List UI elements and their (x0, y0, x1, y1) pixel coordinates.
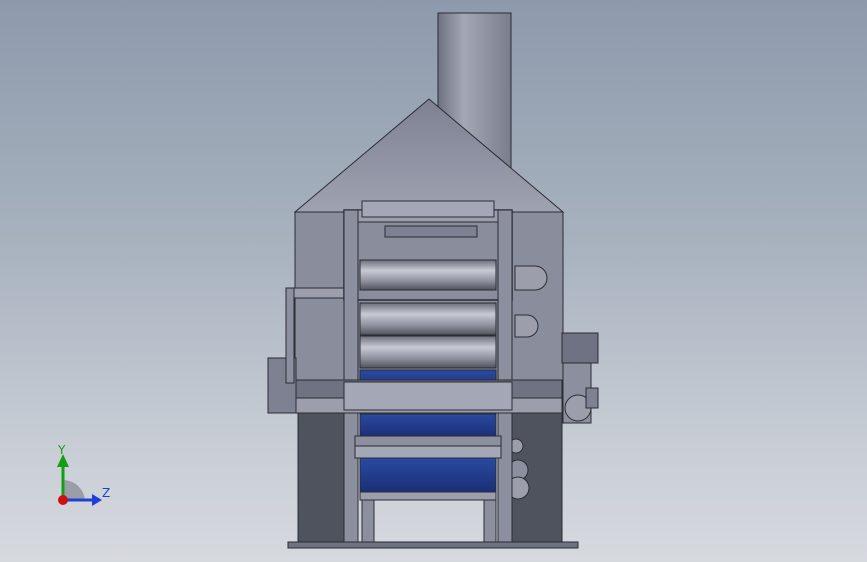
gear-upper[interactable] (514, 265, 548, 291)
motor-cap[interactable] (585, 387, 599, 409)
gear-middle[interactable] (514, 314, 539, 338)
frame-right-post[interactable] (497, 209, 513, 549)
roller-1[interactable] (359, 259, 497, 291)
left-arm-post[interactable] (285, 287, 295, 384)
left-arm[interactable] (285, 287, 345, 299)
base-rail[interactable] (287, 541, 579, 549)
inner-beam-3[interactable] (354, 445, 502, 459)
hood-roof[interactable] (293, 98, 565, 213)
blue-belt-2[interactable] (359, 413, 497, 437)
inner-beam-2[interactable] (354, 435, 502, 447)
roller-2[interactable] (359, 302, 497, 336)
lower-left-leg[interactable] (361, 499, 375, 549)
y-axis-label: Y (58, 443, 66, 457)
lower-frame-crossbar[interactable] (359, 491, 497, 501)
top-plate[interactable] (361, 200, 495, 218)
frame-left-post[interactable] (343, 209, 359, 549)
lower-left-cabinet[interactable] (297, 412, 347, 549)
z-axis-label: Z (102, 486, 111, 500)
top-bracket[interactable] (384, 225, 478, 238)
lower-right-leg[interactable] (483, 499, 497, 549)
blue-belt-3[interactable] (359, 457, 497, 493)
motor-housing[interactable] (561, 332, 599, 364)
roller-3[interactable] (359, 335, 497, 369)
inner-beam-1[interactable] (343, 381, 513, 411)
cad-viewport[interactable]: Y Z (0, 0, 867, 562)
